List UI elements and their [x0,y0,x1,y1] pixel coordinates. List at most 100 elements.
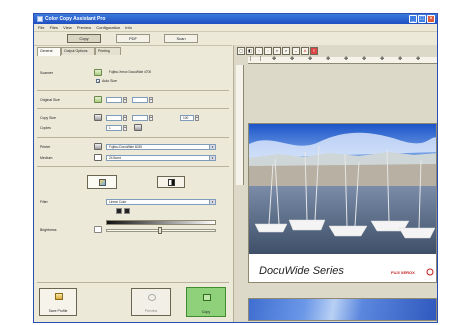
menu-file[interactable]: File [38,24,44,31]
scanner-value: Fujitsu Xerox DocuWide 4700 [106,69,192,75]
minimize-button[interactable]: _ [409,15,417,23]
close-button[interactable]: × [427,15,435,23]
preview-icon [148,294,156,301]
filter-option-icon[interactable] [124,208,130,214]
brightness-gradient [106,220,216,225]
divider [37,282,229,283]
ruler-mark: | [260,56,262,62]
ruler-mark: ✥ [290,56,295,62]
medium-value: 24 Bond [109,156,121,160]
mode-bar: Copy PDF Scan [34,31,232,46]
vertical-ruler [236,65,244,185]
tab-general[interactable]: General [37,47,61,56]
preview-label: Preview [144,309,158,313]
crop-tool-button[interactable]: ◧ [246,47,254,55]
ruler-mark: ✥ [326,56,331,62]
copy-percent-spinner[interactable]: ▴ [195,115,199,121]
text-tool-button[interactable]: A [301,47,309,55]
original-height-field[interactable] [132,97,148,103]
menu-files[interactable]: Files [50,24,58,31]
ruler-mark: ✥ [380,56,385,62]
medium-select[interactable]: 24 Bond ▾ [106,155,216,161]
copy-icon [203,294,211,301]
auto-size-checkbox[interactable]: ✓ [96,79,100,84]
fit-button[interactable]: ↔ [292,47,300,55]
copy-height-spinner[interactable]: ▴ [149,115,153,121]
divider [37,166,229,167]
color-icon [99,179,106,186]
ruler-mark: ✥ [344,56,349,62]
auto-size-label: Auto Size [102,79,117,83]
ruler-mark: ✥ [308,56,313,62]
filter-option-icon[interactable] [116,208,122,214]
mode-copy-button[interactable]: Copy [67,34,101,43]
divider [37,108,229,109]
brightness-slider-thumb[interactable] [158,227,162,234]
copy-percent-field[interactable]: 100 [180,115,194,121]
chevron-down-icon[interactable]: ▾ [209,156,215,160]
menu-view[interactable]: View [63,24,72,31]
original-width-field[interactable] [106,97,122,103]
select-tool-button[interactable]: ◻ [237,47,245,55]
menu-info[interactable]: Info [125,24,132,31]
copy-button[interactable]: Copy [186,287,226,317]
tool-button[interactable]: ◦ [264,47,272,55]
copy-width-spinner[interactable]: ▴ [123,115,127,121]
ruler-mark: ✥ [272,56,277,62]
harbor-photo: DocuWide Series FUJI XEROX [249,124,436,282]
settings-tool-button[interactable]: ≡ [310,47,318,55]
tab-printing[interactable]: Printing [95,47,121,55]
brightness-icon[interactable] [94,226,102,233]
scanner-label: Scanner [40,71,54,75]
preview-canvas[interactable]: ◻ ◧ ◦ ◦ ⌕ ⌕ ↔ A ≡ | | ✥ ✥ ✥ ✥ ✥ ✥ ✥ ✥ ✥ [234,45,437,322]
bw-mode-button[interactable] [157,176,185,188]
tab-output-options[interactable]: Output Options [61,47,95,55]
copy-height-field[interactable] [132,115,148,121]
medium-label: Medium [40,156,53,160]
copies-spinner[interactable]: ▴ [123,125,127,131]
copy-size-icon[interactable] [94,114,102,121]
printer-select[interactable]: Fujitsu DocuWide 6035 ▾ [106,144,216,150]
preview-image: DocuWide Series FUJI XEROX [248,123,437,283]
maximize-button[interactable]: □ [418,15,426,23]
scanner-icon[interactable] [94,69,102,76]
copies-field[interactable]: 1 [106,125,122,131]
app-icon [37,16,43,22]
zoom-in-button[interactable]: ⌕ [273,47,281,55]
filter-value: Linear Color [109,200,127,204]
mode-scan-button[interactable]: Scan [164,34,198,43]
window-title: Color Copy Assistant Pro [45,16,106,22]
color-mode-button[interactable] [87,175,117,189]
chevron-down-icon[interactable]: ▾ [209,200,215,204]
tool-button[interactable]: ◦ [255,47,263,55]
original-size-icon[interactable] [94,96,102,103]
filter-select[interactable]: Linear Color ▾ [106,199,216,205]
app-window: Color Copy Assistant Pro _ □ × File File… [33,13,438,323]
copy-size-label: Copy Size [40,116,56,120]
original-height-spinner[interactable]: ▴ [149,97,153,103]
original-width-spinner[interactable]: ▴ [123,97,127,103]
printer-value: Fujitsu DocuWide 6035 [109,145,142,149]
medium-icon[interactable] [94,154,102,161]
divider [37,90,229,91]
menu-configuration[interactable]: Configuration [96,24,120,31]
mode-pdf-button[interactable]: PDF [116,34,150,43]
folder-icon [55,293,63,300]
collate-icon[interactable] [134,124,142,131]
banner-text: DocuWide Series [259,265,344,277]
copy-width-field[interactable] [106,115,122,121]
save-profile-label: Save Profile [48,309,68,313]
printer-icon[interactable] [94,143,102,150]
copies-label: Copies [40,126,51,130]
chevron-down-icon[interactable]: ▾ [209,145,215,149]
menu-preview[interactable]: Preview [77,24,91,31]
ruler-mark: ✥ [362,56,367,62]
preview-button[interactable]: Preview [131,288,171,316]
copy-label: Copy [201,310,211,314]
horizontal-ruler: | | ✥ ✥ ✥ ✥ ✥ ✥ ✥ ✥ ✥ [248,56,437,64]
title-bar[interactable]: Color Copy Assistant Pro _ □ × [34,14,437,24]
save-profile-button[interactable]: Save Profile [39,288,77,316]
filter-label: Filter [40,200,48,204]
brand-text: FUJI XEROX [391,270,415,275]
zoom-out-button[interactable]: ⌕ [282,47,290,55]
